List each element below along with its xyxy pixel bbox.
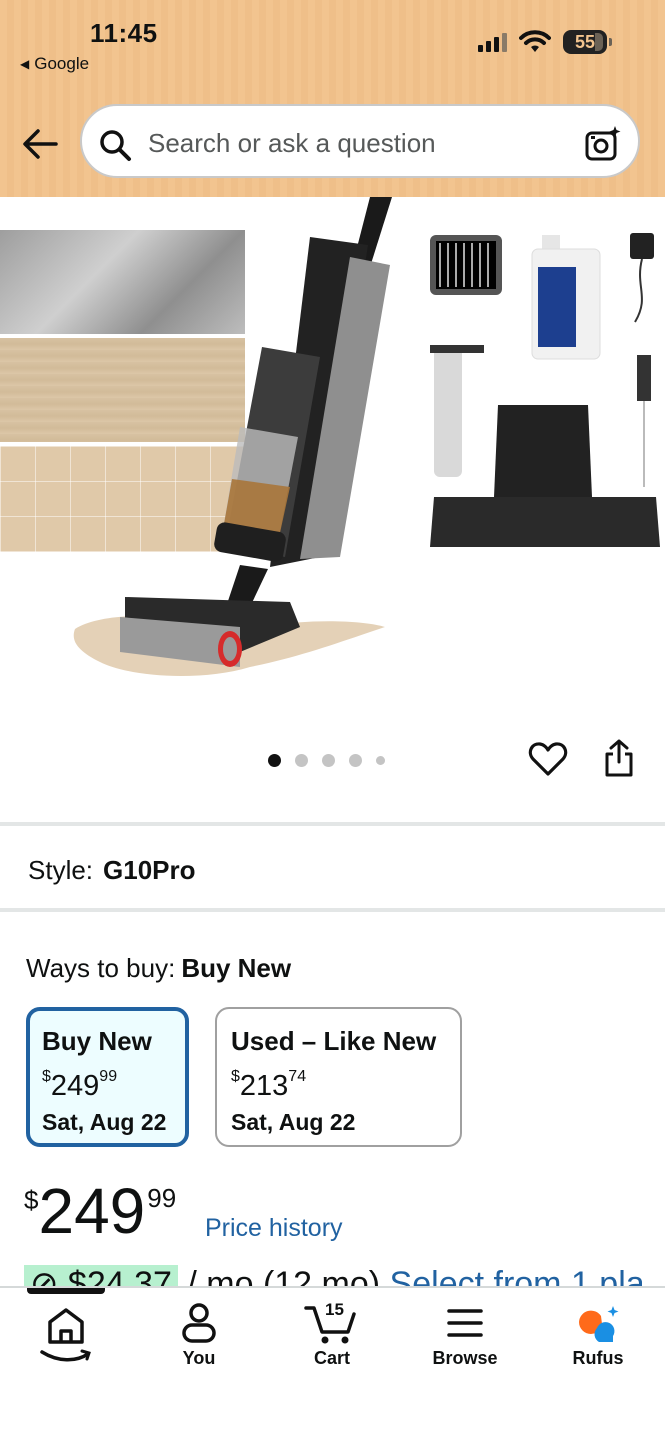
battery-icon: 55 [563, 30, 612, 54]
option-delivery-date: Sat, Aug 22 [231, 1109, 356, 1135]
cart-count-badge: 15 [325, 1300, 344, 1319]
ways-to-buy-label: Ways to buy: [26, 953, 176, 983]
tab-home[interactable] [6, 1302, 126, 1370]
search-placeholder: Search or ask a question [148, 128, 436, 158]
share-icon[interactable] [603, 738, 635, 778]
option-title: Used – Like New [231, 1026, 437, 1056]
pagination-dot[interactable] [268, 754, 281, 767]
tab-you[interactable]: You [139, 1302, 259, 1369]
home-icon [40, 1308, 91, 1362]
search-input[interactable]: Search or ask a question [80, 104, 640, 178]
status-time: 11:45 [90, 18, 158, 48]
active-tab-indicator [27, 1288, 105, 1294]
style-value: G10Pro [103, 855, 196, 885]
ways-to-buy-heading: Ways to buy: Buy New [26, 953, 291, 984]
option-price: $24999 [42, 1068, 118, 1102]
tab-label: Cart [313, 1348, 350, 1368]
buy-option-used-like-new[interactable]: Used – Like New $21374 Sat, Aug 22 [215, 1007, 462, 1147]
product-image-gallery[interactable] [0, 197, 665, 819]
tab-label: Browse [432, 1348, 498, 1368]
select-plan-link[interactable]: Select from 1 plan [380, 1265, 644, 1288]
pagination-dot[interactable] [376, 756, 385, 765]
camera-search-icon[interactable] [584, 124, 622, 162]
status-icons: 55 [478, 30, 612, 54]
pagination-dot[interactable] [322, 754, 335, 767]
back-app-label: Google [34, 54, 90, 73]
divider [0, 822, 665, 826]
tab-label: You [182, 1348, 216, 1368]
back-triangle-icon: ◀ [20, 57, 30, 71]
bottom-tab-bar: You 15 Cart Browse Rufus [0, 1286, 665, 1440]
menu-icon [447, 1309, 483, 1337]
back-arrow-icon[interactable] [20, 126, 60, 162]
price-history-link[interactable]: Price history [205, 1214, 343, 1243]
pagination-dot[interactable] [349, 754, 362, 767]
signal-icon [478, 32, 507, 52]
search-icon [100, 130, 131, 161]
option-title: Buy New [42, 1026, 152, 1056]
product-price: $ 249 99 [24, 1175, 176, 1247]
price-currency: $ [24, 1185, 39, 1215]
tab-rufus[interactable]: Rufus [538, 1302, 658, 1369]
monthly-term: / mo (12 mo) [177, 1265, 381, 1288]
option-delivery-date: Sat, Aug 22 [42, 1109, 167, 1135]
pagination-dot[interactable] [295, 754, 308, 767]
image-pagination-dots[interactable] [268, 754, 385, 767]
person-icon [182, 1303, 216, 1343]
buy-option-new[interactable]: Buy New $24999 Sat, Aug 22 [26, 1007, 189, 1147]
rufus-icon [579, 1306, 619, 1342]
back-to-app-link[interactable]: ◀ Google [20, 54, 89, 74]
tab-browse[interactable]: Browse [405, 1302, 525, 1369]
tab-label: Rufus [572, 1348, 624, 1368]
battery-level: 55 [574, 31, 596, 52]
monthly-price-badge: ⊘ $24.37 [24, 1265, 178, 1288]
top-header: 11:45 ◀ Google 55 Search or ask a questi… [0, 0, 665, 197]
wet-dry-vacuum-image [73, 197, 392, 677]
option-price: $21374 [231, 1068, 307, 1102]
style-label: Style: [28, 855, 94, 885]
wifi-icon [519, 30, 551, 52]
price-whole: 249 [38, 1175, 146, 1247]
monthly-plan-row[interactable]: ⊘ $24.37 / mo (12 mo) Select from 1 plan [24, 1264, 644, 1288]
accessories-image [430, 233, 660, 547]
divider [0, 908, 665, 912]
ways-to-buy-selected: Buy New [181, 953, 292, 983]
price-fraction: 99 [147, 1183, 177, 1213]
tab-cart[interactable]: 15 Cart [272, 1300, 392, 1369]
style-selector[interactable]: Style: G10Pro [28, 855, 196, 886]
heart-icon[interactable] [528, 740, 568, 778]
